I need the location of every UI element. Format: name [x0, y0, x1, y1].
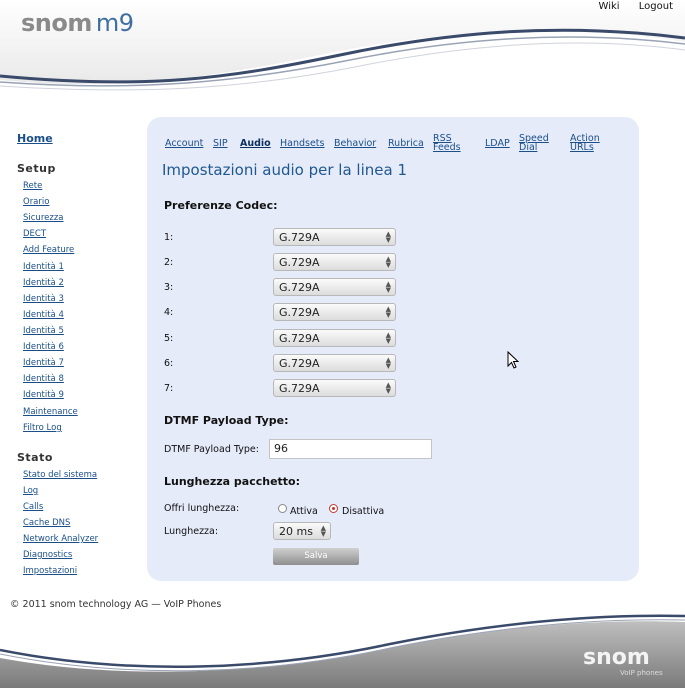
sidebar-item-filtro-log[interactable]: Filtro Log	[23, 423, 62, 433]
codec-select-7[interactable]: G.729A ▲ ▼	[273, 379, 396, 397]
tab-rubrica[interactable]: Rubrica	[388, 139, 424, 149]
mouse-cursor-icon	[507, 351, 520, 369]
codec-label-1: 1:	[164, 232, 174, 243]
length-label: Lunghezza:	[164, 526, 219, 537]
logout-link[interactable]: Logout	[639, 1, 673, 12]
offer-length-label: Offri lunghezza:	[164, 503, 240, 514]
codec-select-1[interactable]: G.729A ▲ ▼	[273, 228, 396, 246]
stepper-icon: ▲ ▼	[385, 381, 391, 395]
length-select[interactable]: 20 ms ▲ ▼	[273, 522, 331, 540]
codec-select-4[interactable]: G.729A ▲ ▼	[273, 303, 396, 321]
tab-audio[interactable]: Audio	[240, 139, 271, 149]
main-panel: Account SIP Audio Handsets Behavior Rubr…	[147, 117, 639, 581]
tab-account[interactable]: Account	[165, 139, 203, 149]
tab-speed-dial[interactable]: Speed Dial	[519, 134, 549, 153]
sidebar-item-stato-sistema[interactable]: Stato del sistema	[23, 470, 97, 480]
tab-behavior[interactable]: Behavior	[334, 139, 376, 149]
packet-heading: Lunghezza pacchetto:	[164, 475, 300, 488]
codec-label-7: 7:	[164, 383, 174, 394]
codec-select-3[interactable]: G.729A ▲ ▼	[273, 278, 396, 296]
copyright-text: © 2011 snom technology AG — VoIP Phones	[10, 599, 222, 610]
sidebar-item-identita-9[interactable]: Identità 9	[23, 390, 64, 400]
logo-brand: snom	[21, 9, 92, 37]
sidebar-item-identita-6[interactable]: Identità 6	[23, 342, 64, 352]
logo-model: m9	[95, 9, 134, 37]
sidebar-heading-stato: Stato	[17, 451, 53, 464]
tab-sip[interactable]: SIP	[213, 139, 228, 149]
codec-label-5: 5:	[164, 333, 174, 344]
dtmf-payload-input[interactable]: 96	[269, 439, 432, 459]
tab-action-line2: URLs	[570, 142, 594, 153]
sidebar-item-identita-8[interactable]: Identità 8	[23, 374, 64, 384]
sidebar-item-network-analyzer[interactable]: Network Analyzer	[23, 534, 98, 544]
stepper-icon: ▲ ▼	[320, 524, 326, 538]
sidebar-item-identita-4[interactable]: Identità 4	[23, 310, 64, 320]
sidebar-item-calls[interactable]: Calls	[23, 502, 43, 512]
sidebar-item-identita-3[interactable]: Identità 3	[23, 294, 64, 304]
dtmf-heading: DTMF Payload Type:	[164, 414, 289, 427]
tab-ldap[interactable]: LDAP	[485, 139, 510, 149]
sidebar-item-identita-7[interactable]: Identità 7	[23, 358, 64, 368]
dtmf-label: DTMF Payload Type:	[164, 444, 259, 455]
top-links: Wiki Logout	[583, 1, 673, 12]
codec-value-4: G.729A	[279, 306, 320, 319]
sidebar-home-link[interactable]: Home	[17, 132, 53, 145]
stepper-icon: ▲ ▼	[385, 230, 391, 244]
sidebar-item-impostazioni[interactable]: Impostazioni	[23, 566, 77, 576]
sidebar-item-identita-2[interactable]: Identità 2	[23, 278, 64, 288]
tab-speed-line2: Dial	[519, 142, 538, 153]
sidebar-item-dect[interactable]: DECT	[23, 229, 46, 239]
radio-attiva-label: Attiva	[290, 506, 318, 517]
sidebar-heading-setup: Setup	[17, 162, 56, 175]
sidebar-item-identita-1[interactable]: Identità 1	[23, 262, 64, 272]
stepper-icon: ▲ ▼	[385, 280, 391, 294]
sidebar-item-add-feature[interactable]: Add Feature	[23, 245, 74, 255]
radio-disattiva[interactable]	[329, 504, 338, 513]
footer-logo: snom	[583, 645, 650, 670]
tab-rss-line2: Feeds	[433, 142, 461, 153]
tab-handsets[interactable]: Handsets	[280, 139, 325, 149]
codec-label-6: 6:	[164, 358, 174, 369]
codec-value-2: G.729A	[279, 256, 320, 269]
sidebar-item-orario[interactable]: Orario	[23, 197, 49, 207]
codec-value-1: G.729A	[279, 231, 320, 244]
sidebar-item-log[interactable]: Log	[23, 486, 38, 496]
codec-select-2[interactable]: G.729A ▲ ▼	[273, 253, 396, 271]
sidebar-item-rete[interactable]: Rete	[23, 181, 42, 191]
codec-value-5: G.729A	[279, 332, 320, 345]
codec-heading: Preferenze Codec:	[164, 199, 278, 212]
sidebar-item-sicurezza[interactable]: Sicurezza	[23, 213, 64, 223]
save-button[interactable]: Salva	[273, 548, 359, 565]
codec-label-3: 3:	[164, 282, 174, 293]
footer-logo-subtitle: VoIP phones	[620, 669, 663, 677]
sidebar-item-cache-dns[interactable]: Cache DNS	[23, 518, 70, 528]
codec-label-2: 2:	[164, 257, 174, 268]
length-value: 20 ms	[279, 525, 313, 538]
wiki-link[interactable]: Wiki	[599, 1, 620, 12]
stepper-icon: ▲ ▼	[385, 331, 391, 345]
stepper-icon: ▲ ▼	[385, 305, 391, 319]
radio-disattiva-label: Disattiva	[342, 506, 385, 517]
codec-value-7: G.729A	[279, 382, 320, 395]
sidebar-item-diagnostics[interactable]: Diagnostics	[23, 550, 72, 560]
sidebar-item-identita-5[interactable]: Identità 5	[23, 326, 64, 336]
stepper-icon: ▲ ▼	[385, 356, 391, 370]
codec-select-6[interactable]: G.729A ▲ ▼	[273, 354, 396, 372]
codec-value-3: G.729A	[279, 281, 320, 294]
codec-value-6: G.729A	[279, 357, 320, 370]
tab-action-urls[interactable]: Action URLs	[570, 134, 600, 153]
radio-attiva[interactable]	[278, 504, 287, 513]
page-title: Impostazioni audio per la linea 1	[162, 161, 408, 179]
sidebar-item-maintenance[interactable]: Maintenance	[23, 407, 78, 417]
page-header: Wiki Logout snom m9	[0, 0, 685, 110]
logo: snom m9	[21, 9, 134, 37]
codec-label-4: 4:	[164, 307, 174, 318]
codec-select-5[interactable]: G.729A ▲ ▼	[273, 329, 396, 347]
tab-rss-feeds[interactable]: RSS Feeds	[433, 134, 461, 153]
stepper-icon: ▲ ▼	[385, 255, 391, 269]
